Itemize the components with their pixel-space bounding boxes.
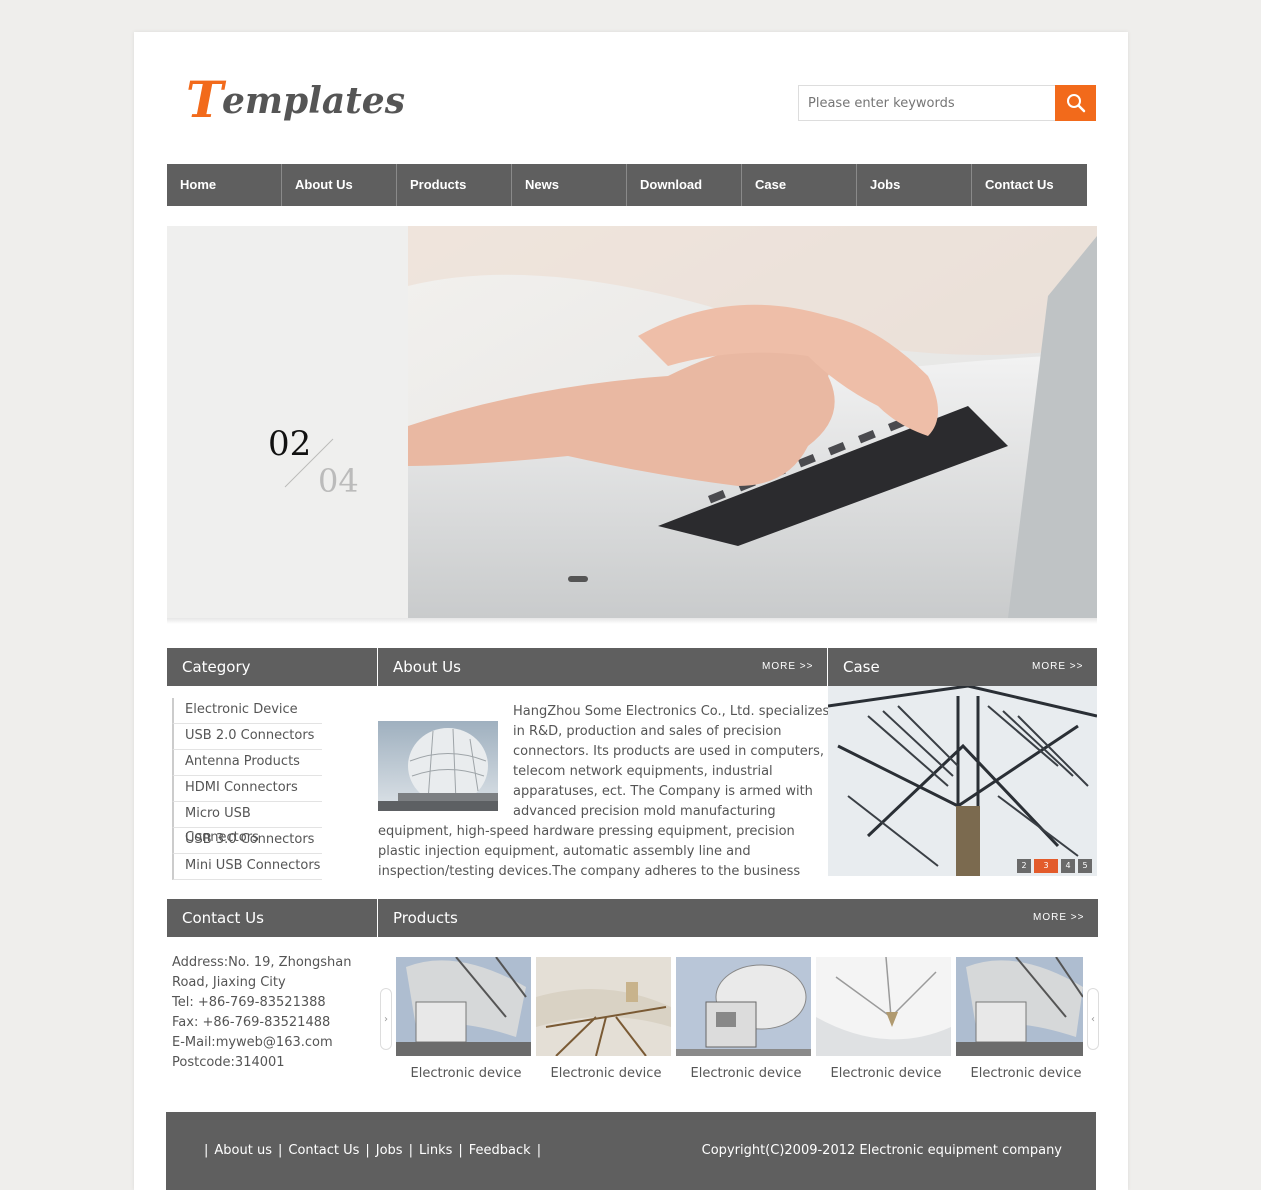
search-input[interactable]	[799, 86, 1055, 120]
product-card[interactable]: Electronic device	[396, 957, 536, 1081]
footer-link-about-us[interactable]: About us	[214, 1143, 272, 1158]
product-caption: Electronic device	[830, 1066, 942, 1081]
banner-counter-panel	[167, 226, 408, 618]
products-more-link[interactable]: MORE >>	[1033, 899, 1084, 937]
product-image-dish	[536, 957, 671, 1056]
product-image-dish	[816, 957, 951, 1056]
product-card[interactable]: Electronic device	[536, 957, 676, 1081]
products-carousel: Electronic device Electronic device Elec…	[396, 957, 1096, 1081]
footer-link-feedback[interactable]: Feedback	[469, 1143, 531, 1158]
copyright-text: Copyright(C)2009-2012 Electronic equipme…	[701, 1143, 1062, 1158]
about-title: About Us	[393, 658, 461, 676]
case-page-4[interactable]: 4	[1061, 859, 1075, 873]
category-item-mini-usb[interactable]: Mini USB Connectors	[172, 854, 322, 880]
products-prev-button[interactable]: ›	[380, 988, 392, 1050]
category-item-hdmi[interactable]: HDMI Connectors	[172, 776, 322, 802]
nav-about-us[interactable]: About Us	[282, 164, 397, 206]
contact-tel: Tel: +86-769-83521388	[172, 995, 326, 1010]
case-image-tower[interactable]	[828, 686, 1097, 876]
category-item-antenna[interactable]: Antenna Products	[172, 750, 322, 776]
about-header: About Us MORE >>	[378, 648, 827, 686]
nav-download[interactable]: Download	[627, 164, 742, 206]
case-page-2[interactable]: 2	[1017, 859, 1031, 873]
case-page-5[interactable]: 5	[1078, 859, 1092, 873]
nav-home[interactable]: Home	[167, 164, 282, 206]
banner-shadow	[167, 618, 1097, 624]
product-image-dish	[956, 957, 1083, 1056]
contact-postcode: Postcode:314001	[172, 1055, 285, 1070]
case-title: Case	[843, 658, 880, 676]
product-caption: Electronic device	[550, 1066, 662, 1081]
about-more-link[interactable]: MORE >>	[762, 648, 813, 686]
product-image-dish	[676, 957, 811, 1056]
contact-email: E-Mail:myweb@163.com	[172, 1035, 333, 1050]
product-caption: Electronic device	[410, 1066, 522, 1081]
contact-header: Contact Us	[167, 899, 377, 937]
category-title: Category	[182, 658, 251, 676]
contact-fax: Fax: +86-769-83521488	[172, 1015, 331, 1030]
main-nav: Home About Us Products News Download Cas…	[167, 164, 1087, 206]
product-card[interactable]: Electronic device	[956, 957, 1096, 1081]
slide-total-number: 04	[318, 462, 359, 500]
footer-link-jobs[interactable]: Jobs	[376, 1143, 403, 1158]
product-card[interactable]: Electronic device	[816, 957, 956, 1081]
logo-text: emplates	[222, 80, 405, 122]
footer-link-links[interactable]: Links	[419, 1143, 452, 1158]
logo-initial: T	[186, 70, 224, 129]
category-item-micro-usb[interactable]: Micro USB Connectors	[172, 802, 322, 845]
nav-news[interactable]: News	[512, 164, 627, 206]
case-pagination: 2 3 4 5	[1014, 859, 1092, 873]
products-title: Products	[393, 909, 458, 927]
contact-info: Address:No. 19, Zhongshan Road, Jiaxing …	[172, 953, 372, 1073]
product-card[interactable]: Electronic device	[676, 957, 816, 1081]
product-caption: Electronic device	[970, 1066, 1082, 1081]
product-caption: Electronic device	[690, 1066, 802, 1081]
banner-image-laptop[interactable]	[408, 226, 1097, 618]
case-more-link[interactable]: MORE >>	[1032, 648, 1083, 686]
site-logo[interactable]: T emplates	[186, 70, 416, 134]
case-page-3[interactable]: 3	[1034, 859, 1058, 873]
product-image-dish	[396, 957, 531, 1056]
products-header: Products MORE >>	[378, 899, 1098, 937]
nav-products[interactable]: Products	[397, 164, 512, 206]
contact-title: Contact Us	[182, 909, 264, 927]
search-button[interactable]	[1055, 85, 1096, 121]
category-item-usb3[interactable]: USB 3.0 Connectors	[172, 828, 322, 854]
nav-jobs[interactable]: Jobs	[857, 164, 972, 206]
case-header: Case MORE >>	[828, 648, 1097, 686]
category-item-usb2[interactable]: USB 2.0 Connectors	[172, 724, 322, 750]
contact-address: Address:No. 19, Zhongshan Road, Jiaxing …	[172, 955, 352, 990]
search-field[interactable]	[798, 85, 1056, 121]
about-image-radome	[378, 721, 498, 811]
category-item-electronic-device[interactable]: Electronic Device	[172, 698, 322, 724]
search-icon	[1066, 94, 1085, 113]
category-header: Category	[167, 648, 377, 686]
footer-links: | About us | Contact Us | Jobs | Links |…	[204, 1143, 542, 1158]
nav-contact-us[interactable]: Contact Us	[972, 164, 1087, 206]
footer-link-contact-us[interactable]: Contact Us	[288, 1143, 359, 1158]
chevron-right-icon: ›	[384, 1013, 388, 1025]
nav-case[interactable]: Case	[742, 164, 857, 206]
category-list: Electronic Device USB 2.0 Connectors Ant…	[172, 698, 322, 880]
footer: | About us | Contact Us | Jobs | Links |…	[166, 1112, 1096, 1190]
